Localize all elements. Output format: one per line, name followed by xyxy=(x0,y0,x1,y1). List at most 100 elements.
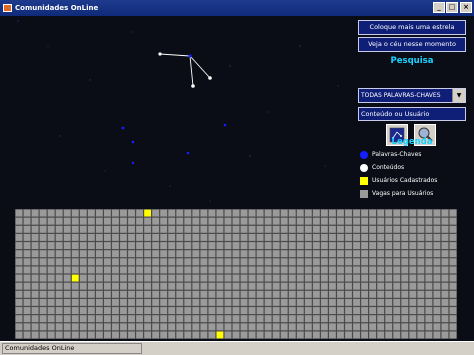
vacant-user-slot[interactable] xyxy=(71,323,79,331)
vacant-user-slot[interactable] xyxy=(345,307,352,315)
vacant-user-slot[interactable] xyxy=(361,274,368,282)
vacant-user-slot[interactable] xyxy=(353,307,360,315)
vacant-user-slot[interactable] xyxy=(288,307,296,315)
vacant-user-slot[interactable] xyxy=(23,209,31,217)
vacant-user-slot[interactable] xyxy=(55,250,63,258)
vacant-user-slot[interactable] xyxy=(385,274,393,282)
vacant-user-slot[interactable] xyxy=(136,274,143,282)
vacant-user-slot[interactable] xyxy=(240,290,248,298)
vacant-user-slot[interactable] xyxy=(95,290,103,298)
vacant-user-slot[interactable] xyxy=(216,282,224,290)
vacant-user-slot[interactable] xyxy=(63,290,71,298)
vacant-user-slot[interactable] xyxy=(240,209,248,217)
vacant-user-slot[interactable] xyxy=(184,307,192,315)
vacant-user-slot[interactable] xyxy=(256,282,264,290)
vacant-user-slot[interactable] xyxy=(144,298,152,306)
vacant-user-slot[interactable] xyxy=(112,250,119,258)
vacant-user-slot[interactable] xyxy=(441,242,449,250)
vacant-user-slot[interactable] xyxy=(320,274,328,282)
vacant-user-slot[interactable] xyxy=(401,250,409,258)
vacant-user-slot[interactable] xyxy=(120,217,127,225)
vacant-user-slot[interactable] xyxy=(288,323,296,331)
vacant-user-slot[interactable] xyxy=(55,258,63,266)
vacant-user-slot[interactable] xyxy=(320,266,328,274)
vacant-user-slot[interactable] xyxy=(184,315,192,323)
vacant-user-slot[interactable] xyxy=(176,282,184,290)
vacant-user-slot[interactable] xyxy=(377,258,385,266)
vacant-user-slot[interactable] xyxy=(208,307,216,315)
vacant-user-slot[interactable] xyxy=(15,315,23,323)
vacant-user-slot[interactable] xyxy=(192,217,200,225)
vacant-user-slot[interactable] xyxy=(55,266,63,274)
vacant-user-slot[interactable] xyxy=(120,298,127,306)
vacant-user-slot[interactable] xyxy=(256,307,264,315)
vacant-user-slot[interactable] xyxy=(345,315,352,323)
vacant-user-slot[interactable] xyxy=(192,274,200,282)
vacant-user-slot[interactable] xyxy=(248,225,256,233)
vacant-user-slot[interactable] xyxy=(353,315,360,323)
vacant-user-slot[interactable] xyxy=(256,274,264,282)
vacant-user-slot[interactable] xyxy=(79,209,87,217)
vacant-user-slot[interactable] xyxy=(304,209,312,217)
vacant-user-slot[interactable] xyxy=(128,250,135,258)
vacant-user-slot[interactable] xyxy=(401,225,409,233)
vacant-user-slot[interactable] xyxy=(216,242,224,250)
vacant-user-slot[interactable] xyxy=(385,290,393,298)
vacant-user-slot[interactable] xyxy=(320,242,328,250)
vacant-user-slot[interactable] xyxy=(312,225,320,233)
vacant-user-slot[interactable] xyxy=(272,315,280,323)
vacant-user-slot[interactable] xyxy=(272,274,280,282)
vacant-user-slot[interactable] xyxy=(433,331,441,339)
vacant-user-slot[interactable] xyxy=(87,217,95,225)
vacant-user-slot[interactable] xyxy=(79,250,87,258)
vacant-user-slot[interactable] xyxy=(95,209,103,217)
vacant-user-slot[interactable] xyxy=(272,323,280,331)
vacant-user-slot[interactable] xyxy=(296,307,304,315)
vacant-user-slot[interactable] xyxy=(232,315,240,323)
vacant-user-slot[interactable] xyxy=(329,225,336,233)
vacant-user-slot[interactable] xyxy=(353,233,360,241)
user-slot-grid[interactable] xyxy=(15,209,457,339)
vacant-user-slot[interactable] xyxy=(15,242,23,250)
vacant-user-slot[interactable] xyxy=(280,242,288,250)
vacant-user-slot[interactable] xyxy=(296,323,304,331)
vacant-user-slot[interactable] xyxy=(361,290,368,298)
vacant-user-slot[interactable] xyxy=(128,290,135,298)
vacant-user-slot[interactable] xyxy=(15,217,23,225)
vacant-user-slot[interactable] xyxy=(433,258,441,266)
vacant-user-slot[interactable] xyxy=(417,233,425,241)
vacant-user-slot[interactable] xyxy=(200,217,208,225)
vacant-user-slot[interactable] xyxy=(31,274,39,282)
vacant-user-slot[interactable] xyxy=(353,258,360,266)
vacant-user-slot[interactable] xyxy=(296,250,304,258)
vacant-user-slot[interactable] xyxy=(23,225,31,233)
vacant-user-slot[interactable] xyxy=(168,307,176,315)
vacant-user-slot[interactable] xyxy=(433,209,441,217)
vacant-user-slot[interactable] xyxy=(304,282,312,290)
vacant-user-slot[interactable] xyxy=(160,298,168,306)
vacant-user-slot[interactable] xyxy=(441,274,449,282)
vacant-user-slot[interactable] xyxy=(329,266,336,274)
vacant-user-slot[interactable] xyxy=(79,242,87,250)
vacant-user-slot[interactable] xyxy=(329,242,336,250)
vacant-user-slot[interactable] xyxy=(280,233,288,241)
vacant-user-slot[interactable] xyxy=(168,250,176,258)
vacant-user-slot[interactable] xyxy=(208,290,216,298)
vacant-user-slot[interactable] xyxy=(417,250,425,258)
vacant-user-slot[interactable] xyxy=(449,282,457,290)
vacant-user-slot[interactable] xyxy=(377,266,385,274)
vacant-user-slot[interactable] xyxy=(377,274,385,282)
vacant-user-slot[interactable] xyxy=(441,217,449,225)
vacant-user-slot[interactable] xyxy=(39,225,47,233)
vacant-user-slot[interactable] xyxy=(112,209,119,217)
vacant-user-slot[interactable] xyxy=(449,217,457,225)
vacant-user-slot[interactable] xyxy=(160,323,168,331)
vacant-user-slot[interactable] xyxy=(369,290,377,298)
vacant-user-slot[interactable] xyxy=(256,225,264,233)
vacant-user-slot[interactable] xyxy=(329,315,336,323)
vacant-user-slot[interactable] xyxy=(312,323,320,331)
vacant-user-slot[interactable] xyxy=(232,258,240,266)
vacant-user-slot[interactable] xyxy=(409,274,417,282)
vacant-user-slot[interactable] xyxy=(224,242,232,250)
vacant-user-slot[interactable] xyxy=(144,307,152,315)
